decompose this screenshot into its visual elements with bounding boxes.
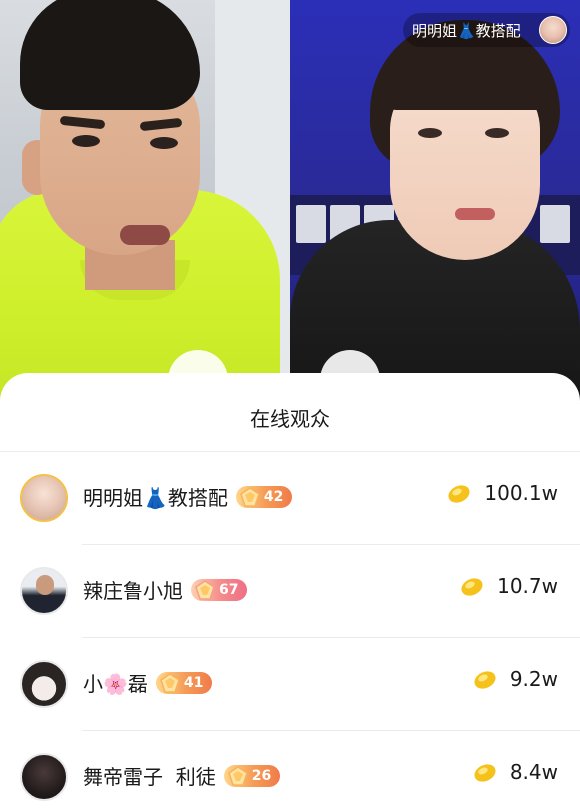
viewer-name-line: 明明姐👗教搭配 42 — [83, 482, 293, 511]
live-video-area[interactable]: 明明姐👗教搭配 — [0, 0, 580, 400]
right-stream-video[interactable] — [290, 0, 580, 400]
product-thumbnail — [540, 205, 570, 243]
viewer-name-line: 小🌸磊 41 — [83, 668, 213, 697]
contribution: 8.4w — [472, 760, 558, 784]
level-number: 42 — [263, 488, 284, 505]
contribution-value: 10.7w — [497, 574, 558, 598]
viewer-name-line: 辣庄鲁小旭 67 — [83, 575, 248, 604]
left-stream-video[interactable] — [0, 0, 290, 400]
viewer-row[interactable]: 舞帝雷子 利徒 26 8.4w — [0, 731, 580, 810]
online-audience-panel: 在线观众 明明姐👗教搭配 42 100.1w 辣庄鲁小旭 67 10.7w 小🌸… — [0, 373, 580, 810]
gem-icon — [227, 765, 248, 786]
gem-icon — [195, 579, 215, 600]
host-avatar[interactable] — [539, 16, 567, 44]
level-number: 41 — [183, 674, 204, 691]
mouth — [120, 225, 170, 245]
host-chip[interactable]: 明明姐👗教搭配 — [403, 13, 570, 47]
level-badge: 41 — [155, 671, 213, 694]
host-name: 明明姐👗教搭配 — [412, 21, 521, 40]
avatar[interactable] — [20, 567, 68, 615]
viewer-row[interactable]: 辣庄鲁小旭 67 10.7w — [0, 545, 580, 638]
level-number: 67 — [219, 581, 239, 598]
level-badge: 26 — [223, 764, 281, 787]
gem-icon — [240, 486, 260, 507]
avatar[interactable] — [20, 474, 68, 522]
streamer-hair — [20, 0, 200, 110]
gold-ingot-icon — [448, 485, 470, 503]
viewer-name: 舞帝雷子 利徒 — [83, 765, 216, 789]
viewer-row[interactable]: 明明姐👗教搭配 42 100.1w — [0, 452, 580, 545]
product-thumbnail — [296, 205, 326, 243]
viewer-name: 辣庄鲁小旭 — [83, 579, 183, 603]
eye-left — [72, 135, 100, 147]
contribution-value: 9.2w — [509, 667, 558, 691]
contribution-value: 8.4w — [509, 760, 558, 784]
viewer-row[interactable]: 小🌸磊 41 9.2w — [0, 638, 580, 731]
panel-title: 在线观众 — [250, 407, 330, 431]
mouth — [455, 208, 495, 220]
viewer-name: 小🌸磊 — [83, 672, 148, 696]
gold-ingot-icon — [461, 578, 483, 596]
contribution-value: 100.1w — [484, 481, 558, 505]
contribution: 100.1w — [446, 481, 558, 505]
level-number: 26 — [251, 767, 272, 784]
contribution: 10.7w — [459, 574, 558, 598]
eye-right — [485, 128, 509, 138]
avatar[interactable] — [20, 660, 68, 708]
contribution: 9.2w — [472, 667, 558, 691]
streamer-bangs — [382, 40, 552, 110]
gem-icon — [160, 672, 180, 693]
viewer-name: 明明姐👗教搭配 — [83, 486, 228, 510]
gold-ingot-icon — [474, 671, 496, 689]
avatar[interactable] — [20, 753, 68, 801]
gold-ingot-icon — [474, 764, 496, 782]
level-badge: 42 — [235, 485, 293, 508]
eye-right — [150, 137, 178, 149]
viewer-name-line: 舞帝雷子 利徒 26 — [83, 761, 281, 790]
eye-left — [418, 128, 442, 138]
level-badge: 67 — [191, 578, 248, 601]
